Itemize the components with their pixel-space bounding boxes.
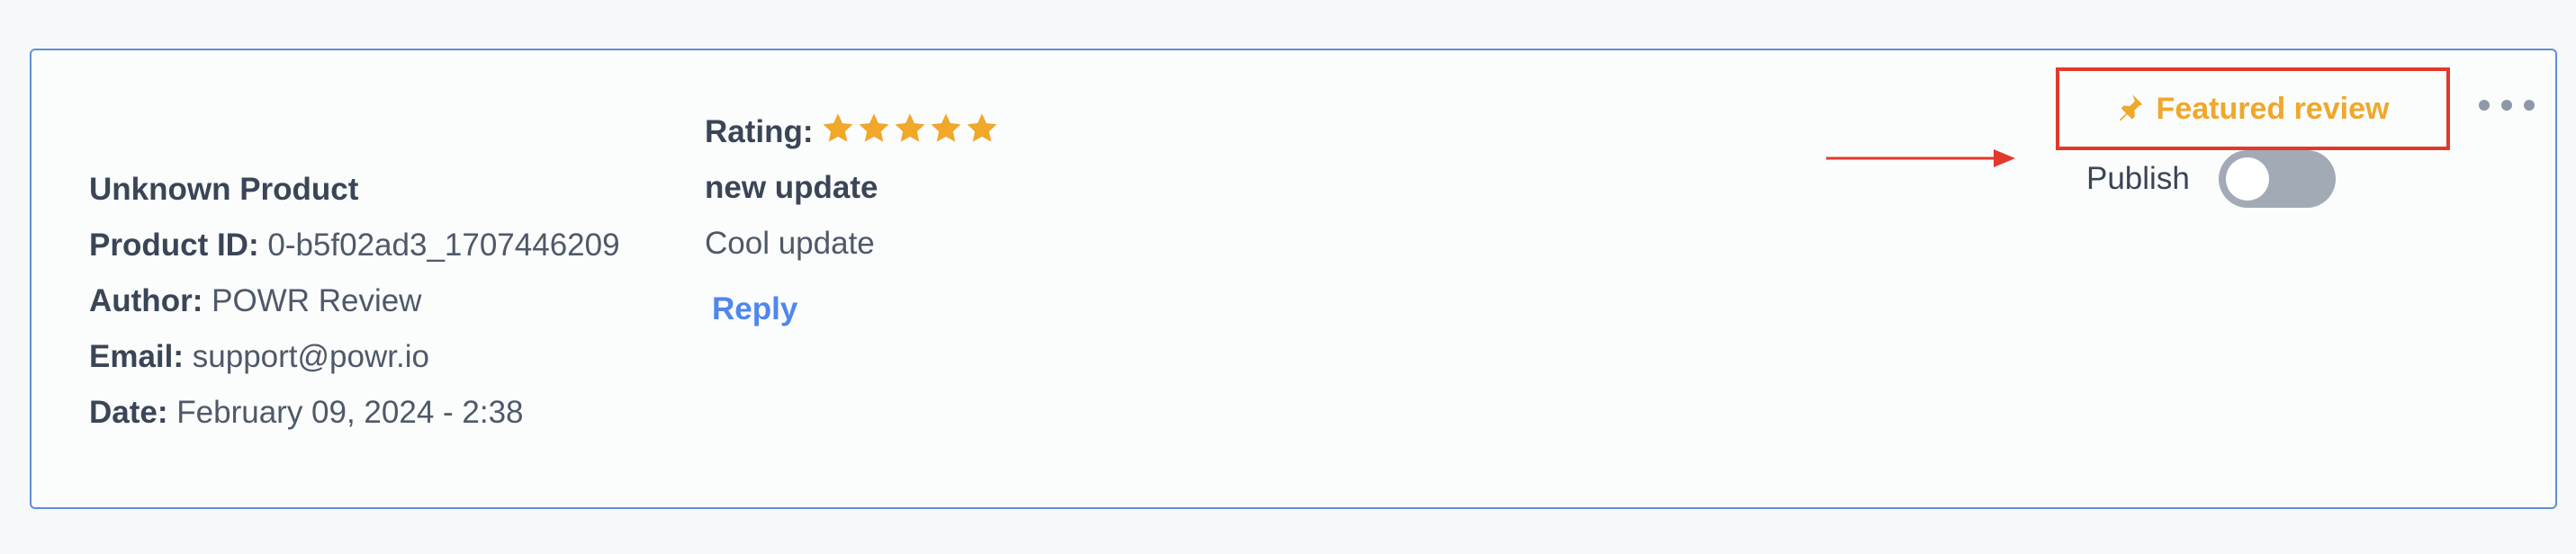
review-title: new update (705, 170, 878, 205)
rating-label: Rating: (705, 114, 814, 149)
product-id-row: Product ID: 0-b5f02ad3_1707446209 (89, 218, 620, 273)
featured-review-label: Featured review (2156, 91, 2390, 126)
star-icon (895, 112, 925, 142)
publish-label: Publish (2086, 161, 2190, 196)
more-horizontal-icon (2479, 100, 2490, 111)
review-meta: Unknown Product Product ID: 0-b5f02ad3_1… (89, 162, 620, 441)
author-row: Author: POWR Review (89, 273, 620, 329)
more-dot (2501, 100, 2512, 111)
rating-row: Rating: (705, 104, 1001, 160)
featured-review-button[interactable]: Featured review (2056, 67, 2450, 150)
email-value: support@powr.io (192, 339, 429, 374)
author-value: POWR Review (212, 283, 422, 318)
star-icon (823, 112, 853, 142)
date-row: Date: February 09, 2024 - 2:38 (89, 385, 620, 441)
review-content: Rating: new update Cool update Reply (705, 104, 1001, 327)
date-label: Date: (89, 395, 168, 430)
date-value: February 09, 2024 - 2:38 (176, 395, 524, 430)
product-id-value: 0-b5f02ad3_1707446209 (267, 228, 620, 263)
review-card: Unknown Product Product ID: 0-b5f02ad3_1… (30, 49, 2557, 509)
arrow-annotation (1826, 149, 2015, 167)
pin-icon (2119, 94, 2142, 121)
rating-stars (821, 112, 1001, 154)
star-icon (931, 112, 961, 142)
publish-toggle[interactable] (2218, 150, 2336, 208)
email-label: Email: (89, 339, 185, 374)
product-id-label: Product ID: (89, 228, 259, 263)
reply-link[interactable]: Reply (712, 291, 797, 327)
toggle-knob (2225, 157, 2269, 201)
star-icon (967, 112, 997, 142)
more-options-button[interactable] (2479, 92, 2535, 119)
product-name: Unknown Product (89, 172, 359, 207)
publish-row: Publish (2086, 150, 2336, 208)
author-label: Author: (89, 283, 203, 318)
review-body: Cool update (705, 226, 875, 261)
star-icon (859, 112, 889, 142)
more-dot (2524, 100, 2535, 111)
email-row: Email: support@powr.io (89, 329, 620, 385)
